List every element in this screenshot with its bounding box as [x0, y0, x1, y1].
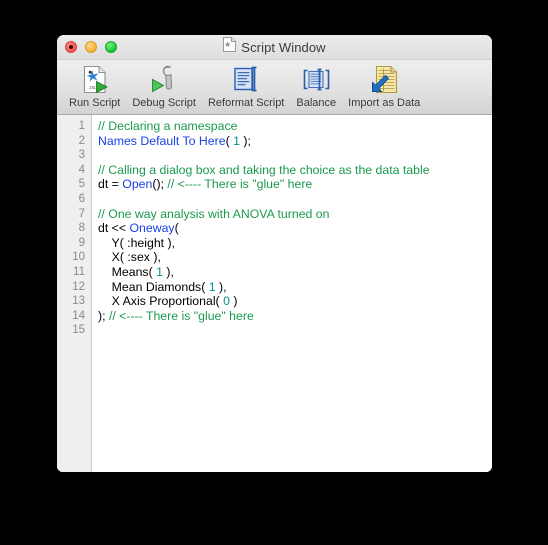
toolbar-item-import-as-data[interactable]: Import as Data: [342, 63, 426, 113]
reformat-script-icon: [228, 63, 264, 96]
code-token-plain: dt <<: [98, 221, 130, 236]
code-token-plain: Means(: [98, 264, 157, 279]
line-number: 5: [78, 178, 85, 191]
code-line[interactable]: [98, 323, 492, 338]
toolbar-label-balance: Balance: [296, 97, 337, 109]
code-token-plain: ),: [215, 279, 227, 294]
toolbar-item-debug-script[interactable]: Debug Script: [126, 63, 202, 113]
import-as-data-icon: [366, 63, 402, 96]
code-token-kw: Names Default To Here: [98, 133, 226, 148]
script-document-icon: [223, 37, 237, 57]
code-token-kw: Open: [122, 177, 153, 192]
code-line[interactable]: [98, 148, 492, 163]
window-controls: [65, 41, 117, 53]
toolbar: JSL Run Script Debug Script Reformat Scr…: [57, 60, 492, 115]
code-editor[interactable]: 1 2 3 4 5 6 7 8 9 10 11 12 13 14 15 // Declaring a nam…: [57, 115, 492, 472]
code-token-plain: );: [98, 308, 109, 323]
code-token-num: 1: [156, 264, 163, 279]
code-token-comment: // <---- There is "glue" here: [108, 308, 254, 323]
code-token-plain: Mean Diamonds(: [98, 279, 209, 294]
code-token-comment: // Calling a dialog box and taking the c…: [98, 162, 430, 177]
code-token-plain: (: [174, 221, 179, 236]
svg-text:JSL: JSL: [89, 85, 97, 90]
line-number: 2: [78, 134, 85, 147]
toolbar-label-run-script: Run Script: [69, 97, 121, 109]
code-token-plain: ): [229, 294, 238, 309]
code-token-plain: (: [225, 133, 234, 148]
run-script-icon: JSL: [77, 63, 113, 96]
toolbar-label-debug-script: Debug Script: [132, 97, 196, 109]
code-token-comment: // Declaring a namespace: [98, 119, 238, 133]
line-number: 11: [73, 265, 85, 278]
toolbar-label-reformat-script: Reformat Script: [207, 97, 285, 109]
debug-script-icon: [146, 63, 182, 96]
code-line[interactable]: [98, 192, 492, 207]
line-number: 12: [72, 280, 85, 293]
toolbar-item-run-script[interactable]: JSL Run Script: [63, 63, 126, 113]
code-token-plain: );: [239, 133, 251, 148]
code-line[interactable]: // One way analysis with ANOVA turned on: [98, 207, 492, 222]
code-token-plain: X Axis Proportional(: [98, 294, 224, 309]
line-number: 15: [72, 324, 85, 337]
line-number: 6: [78, 192, 85, 205]
line-number: 13: [72, 295, 85, 308]
code-token-comment: // <---- There is "glue" here: [167, 177, 313, 192]
line-number: 8: [78, 222, 85, 235]
code-token-plain: X( :sex ),: [98, 250, 161, 265]
line-number: 3: [78, 149, 85, 162]
maximize-button[interactable]: [105, 41, 117, 53]
code-token-plain: ();: [152, 177, 168, 192]
code-token-kw: Oneway: [129, 221, 175, 236]
script-window: Script Window JSL Run Script Debug Scrip…: [57, 35, 492, 472]
code-line[interactable]: dt << Oneway(: [98, 221, 492, 236]
line-number: 9: [78, 236, 85, 249]
code-line[interactable]: X( :sex ),: [98, 250, 492, 265]
code-line[interactable]: Mean Diamonds( 1 ),: [98, 280, 492, 295]
code-line[interactable]: dt = Open(); // <---- There is "glue" he…: [98, 177, 492, 192]
code-line[interactable]: ); // <---- There is "glue" here: [98, 309, 492, 324]
code-token-comment: // One way analysis with ANOVA turned on: [98, 206, 330, 221]
line-number-gutter: 1 2 3 4 5 6 7 8 9 10 11 12 13 14 15: [57, 115, 92, 472]
code-token-num: 1: [233, 133, 240, 148]
code-token-num: 0: [223, 294, 230, 309]
window-title-group: Script Window: [57, 35, 492, 59]
toolbar-item-reformat-script[interactable]: Reformat Script: [202, 63, 290, 113]
code-line[interactable]: Means( 1 ),: [98, 265, 492, 280]
code-line[interactable]: Y( :height ),: [98, 236, 492, 251]
window-title: Script Window: [241, 39, 326, 55]
line-number: 1: [78, 120, 85, 132]
code-area[interactable]: // Declaring a namespace Names Default To…: [92, 115, 492, 472]
toolbar-item-balance[interactable]: Balance: [290, 63, 342, 113]
toolbar-label-import-as-data: Import as Data: [348, 97, 421, 109]
line-number: 4: [78, 163, 85, 176]
code-token-plain: dt =: [98, 177, 123, 192]
line-number: 7: [78, 207, 85, 220]
window-titlebar: Script Window: [57, 35, 492, 60]
code-token-plain: Y( :height ),: [98, 235, 176, 250]
minimize-button[interactable]: [85, 41, 97, 53]
balance-icon: [298, 63, 334, 96]
code-line[interactable]: // Declaring a namespace: [98, 119, 492, 134]
code-line[interactable]: // Calling a dialog box and taking the c…: [98, 163, 492, 178]
line-number: 14: [72, 309, 85, 322]
code-line[interactable]: Names Default To Here( 1 );: [98, 134, 492, 149]
code-line[interactable]: X Axis Proportional( 0 ): [98, 294, 492, 309]
code-token-plain: ),: [162, 264, 174, 279]
close-button[interactable]: [65, 41, 77, 53]
code-token-num: 1: [208, 279, 216, 294]
line-number: 10: [72, 251, 85, 264]
